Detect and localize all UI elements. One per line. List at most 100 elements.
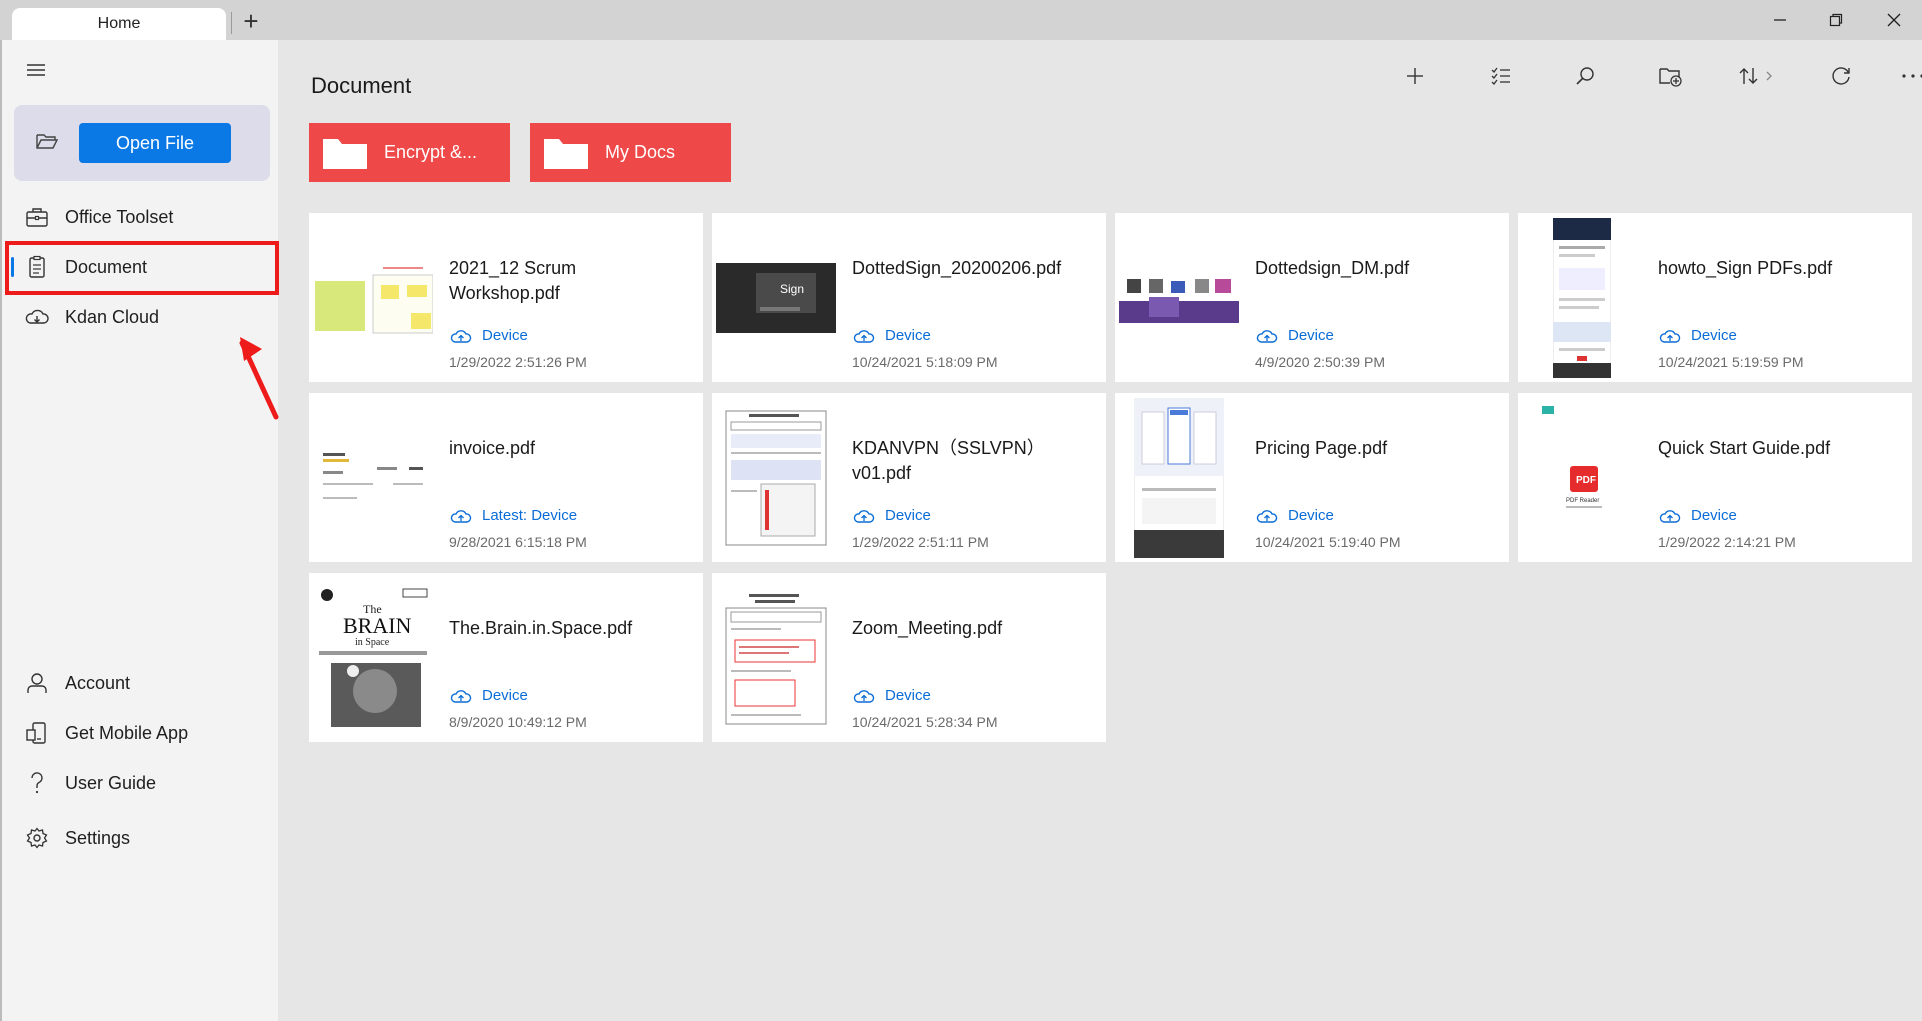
sidebar-item-user-guide[interactable]: User Guide <box>2 760 280 806</box>
gear-icon <box>24 825 50 851</box>
cloud-upload-icon <box>1256 330 1278 343</box>
file-date: 10/24/2021 5:18:09 PM <box>852 354 998 370</box>
sidebar-item-office-toolset[interactable]: Office Toolset <box>2 194 280 240</box>
pdf-badge-text: PDF <box>1576 475 1596 486</box>
cloud-upload-icon <box>450 510 472 523</box>
file-name: Pricing Page.pdf <box>1255 438 1388 458</box>
sort-button[interactable] <box>1731 58 1785 94</box>
file-card[interactable]: PDF PDF Reader Quick Start Guide.pdf Devi… <box>1518 393 1912 562</box>
tab-home-label: Home <box>97 15 141 32</box>
tab-home[interactable]: Home <box>12 8 226 40</box>
minimize-button[interactable] <box>1752 0 1808 40</box>
highlight-box <box>5 241 279 295</box>
file-date: 4/9/2020 2:50:39 PM <box>1255 354 1385 370</box>
file-card[interactable]: KDANVPN（SSLVPN）v01.pdf Device 1/29/2022 … <box>712 393 1106 562</box>
open-file-panel: Open File <box>14 105 270 181</box>
brain-sub-text: in Space <box>355 637 390 648</box>
plus-icon: + <box>243 5 259 36</box>
new-folder-button[interactable] <box>1650 58 1690 94</box>
file-location-label: Device <box>482 326 528 344</box>
file-location: Device <box>1255 326 1334 344</box>
file-location: Device <box>1255 506 1334 524</box>
file-location-label: Device <box>482 686 528 704</box>
sidebar-item-kdan-cloud[interactable]: Kdan Cloud <box>2 294 280 340</box>
file-thumbnail <box>313 217 433 378</box>
question-icon <box>24 770 50 796</box>
file-card[interactable]: Zoom_Meeting.pdf Device 10/24/2021 5:28:… <box>712 573 1106 742</box>
refresh-button[interactable] <box>1821 58 1861 94</box>
file-card[interactable]: invoice.pdf Latest: Device 9/28/2021 6:1… <box>309 393 703 562</box>
file-card[interactable]: Sign DottedSign_20200206.pdf Device 10/2… <box>712 213 1106 382</box>
open-file-label: Open File <box>115 132 195 153</box>
file-card[interactable]: Dottedsign_DM.pdf Device 4/9/2020 2:50:3… <box>1115 213 1509 382</box>
file-location-label: Device <box>885 506 931 524</box>
file-thumbnail <box>1119 397 1239 558</box>
sidebar-item-label: Kdan Cloud <box>65 306 160 327</box>
file-thumbnail <box>1119 217 1239 378</box>
file-location: Device <box>852 506 931 524</box>
file-name: The.Brain.in.Space.pdf <box>449 618 633 638</box>
restore-button[interactable] <box>1808 0 1864 40</box>
file-date: 1/29/2022 2:14:21 PM <box>1658 534 1796 550</box>
checklist-icon <box>1491 67 1510 85</box>
file-location-label: Device <box>885 686 931 704</box>
file-thumbnail: PDF PDF Reader <box>1522 397 1642 558</box>
file-card[interactable]: The BRAIN in Space The.Brain.in.Space.pdf … <box>309 573 703 742</box>
file-name: Zoom_Meeting.pdf <box>852 618 1003 638</box>
page-title: Document <box>311 73 412 98</box>
mobile-app-icon <box>24 720 50 746</box>
file-name: Quick Start Guide.pdf <box>1658 438 1831 458</box>
new-tab-button[interactable]: + <box>236 6 266 36</box>
cloud-upload-icon <box>853 330 875 343</box>
sidebar-item-settings[interactable]: Settings <box>2 815 280 861</box>
brain-big-text: BRAIN <box>343 613 412 638</box>
open-file-button[interactable]: Open File <box>79 123 231 163</box>
file-name: Dottedsign_DM.pdf <box>1255 258 1410 278</box>
hamburger-icon <box>27 64 45 76</box>
file-date: 1/29/2022 2:51:26 PM <box>449 354 587 370</box>
pdf-reader-text: PDF Reader <box>1566 498 1599 504</box>
main-content: Document Encrypt &... My Docs 2021_12 Sc… <box>278 40 1922 1021</box>
refresh-icon <box>1832 67 1850 85</box>
file-date: 8/9/2020 10:49:12 PM <box>449 714 587 730</box>
cloud-upload-icon <box>853 690 875 703</box>
select-button[interactable] <box>1481 58 1521 94</box>
sidebar-item-label: User Guide <box>65 772 157 793</box>
folder-label: My Docs <box>605 142 676 162</box>
file-date: 10/24/2021 5:19:40 PM <box>1255 534 1401 550</box>
search-icon <box>1576 67 1594 85</box>
file-location: Device <box>852 686 931 704</box>
folder-icon <box>322 136 368 170</box>
cloud-upload-icon <box>853 510 875 523</box>
file-location: Device <box>852 326 931 344</box>
sidebar-item-account[interactable]: Account <box>2 660 280 706</box>
file-location-label: Device <box>1691 506 1737 524</box>
search-button[interactable] <box>1565 58 1605 94</box>
restore-icon <box>1829 13 1843 27</box>
hamburger-menu-button[interactable] <box>24 60 48 80</box>
file-card[interactable]: howto_Sign PDFs.pdf Device 10/24/2021 5:… <box>1518 213 1912 382</box>
file-thumbnail <box>1522 217 1642 378</box>
file-thumbnail <box>716 397 836 558</box>
folder-label: Encrypt &... <box>384 142 478 162</box>
close-button[interactable] <box>1866 0 1922 40</box>
file-location-label: Device <box>1288 506 1334 524</box>
add-button[interactable] <box>1395 58 1435 94</box>
open-folder-icon <box>36 132 59 155</box>
file-date: 9/28/2021 6:15:18 PM <box>449 534 587 550</box>
file-date: 1/29/2022 2:51:11 PM <box>852 534 989 550</box>
file-thumbnail: Sign <box>716 217 836 378</box>
more-button[interactable] <box>1893 58 1922 94</box>
file-location-label: Device <box>885 326 931 344</box>
minimize-icon <box>1774 19 1786 21</box>
file-card[interactable]: Pricing Page.pdf Device 10/24/2021 5:19:… <box>1115 393 1509 562</box>
file-thumbnail <box>313 397 433 558</box>
sidebar-item-label: Settings <box>65 827 131 848</box>
file-location: Device <box>1658 506 1737 524</box>
sidebar-item-get-mobile-app[interactable]: Get Mobile App <box>2 710 280 756</box>
folder-my-docs[interactable]: My Docs <box>530 123 731 182</box>
file-location: Device <box>449 686 528 704</box>
folder-encrypt[interactable]: Encrypt &... <box>309 123 510 182</box>
file-location-label: Latest: Device <box>482 506 578 524</box>
file-card[interactable]: 2021_12 Scrum Workshop.pdf Device 1/29/2… <box>309 213 703 382</box>
